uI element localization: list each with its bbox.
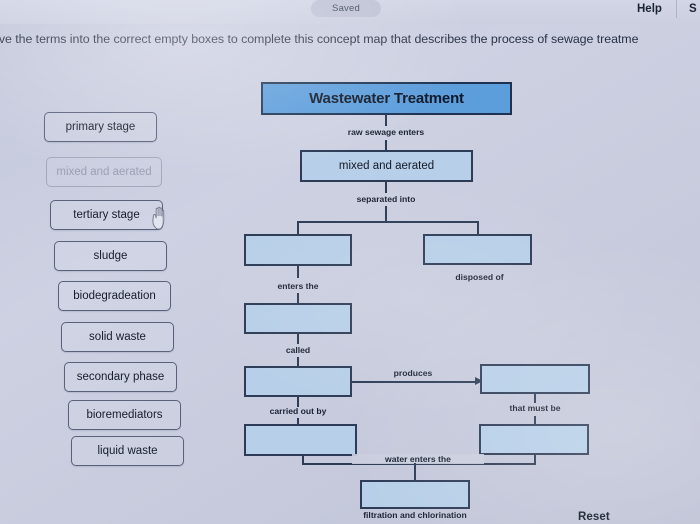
submit-button[interactable]: S [689, 0, 697, 18]
topbar-divider [676, 0, 677, 18]
node-empty-left-2[interactable] [244, 303, 352, 334]
node-mixed-and-aerated[interactable]: mixed and aerated [300, 150, 473, 182]
connector-enters-down [297, 293, 299, 303]
node-empty-right-3[interactable] [479, 424, 589, 455]
label-enters-the: enters the [277, 281, 319, 291]
label-disposed-of: disposed of [455, 272, 504, 282]
node-empty-right-1[interactable] [423, 234, 532, 265]
connector-called-down [297, 357, 299, 366]
hand-cursor-icon [150, 205, 170, 231]
saved-status-badge: Saved [311, 0, 381, 17]
connector-left1-down [297, 266, 299, 278]
connector-split-left-down [297, 221, 299, 234]
top-bar: Saved Help S [0, 0, 700, 24]
connector-title-to-mixed [385, 115, 387, 126]
help-button[interactable]: Help [637, 0, 662, 18]
node-wastewater-treatment: Wastewater Treatment [261, 82, 512, 115]
connector-mixed-down [385, 182, 387, 193]
reset-button[interactable]: Reset [578, 511, 610, 523]
label-called: called [285, 345, 311, 355]
connector-split-bus [298, 221, 478, 223]
node-empty-bottom[interactable] [360, 480, 470, 509]
label-separated-into: separated into [356, 194, 416, 204]
label-water-enters-the: water enters the [352, 454, 484, 464]
connector-separated-down [385, 206, 387, 222]
label-carried-out-by: carried out by [269, 406, 327, 416]
label-filtration-and-chlorination: filtration and chlorination [363, 510, 467, 520]
connector-produces-line [352, 381, 477, 383]
node-empty-right-2[interactable] [480, 364, 590, 394]
concept-map: Wastewater Treatment raw sewage enters m… [0, 0, 700, 524]
node-empty-left-4[interactable] [244, 424, 357, 456]
label-produces: produces [393, 368, 433, 378]
connector-right2-down [534, 394, 536, 403]
connector-split-right-down [477, 221, 479, 234]
label-that-must-be: that must be [509, 403, 561, 413]
connector-raw-sewage-down [385, 140, 387, 150]
node-empty-left-1[interactable] [244, 234, 352, 266]
label-raw-sewage-enters: raw sewage enters [347, 127, 425, 137]
connector-left2-down [297, 334, 299, 344]
connector-bottom-down [414, 463, 416, 480]
node-empty-left-3[interactable] [244, 366, 352, 397]
